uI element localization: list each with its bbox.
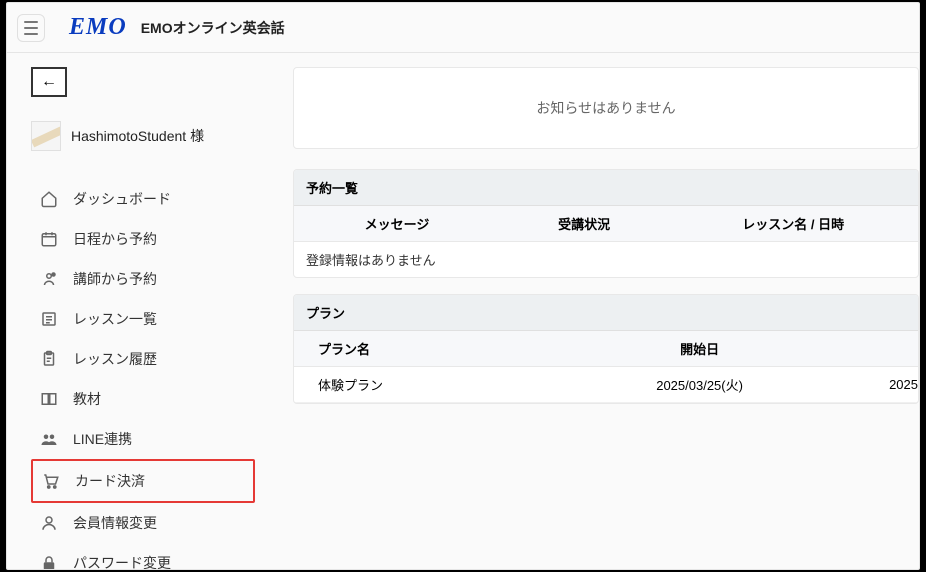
home-icon bbox=[39, 189, 59, 209]
col-lesson: レッスン名 / 日時 bbox=[668, 206, 918, 242]
reservations-panel: 予約一覧 メッセージ 受講状況 レッスン名 / 日時 登録情報はありません bbox=[293, 169, 919, 278]
sidebar-item-label: 日程から予約 bbox=[73, 229, 157, 249]
avatar bbox=[31, 121, 61, 151]
menu-toggle-button[interactable] bbox=[17, 14, 45, 42]
clipboard-icon bbox=[39, 349, 59, 369]
book-icon bbox=[39, 389, 59, 409]
col-plan-name: プラン名 bbox=[294, 331, 581, 367]
sidebar-item-list[interactable]: レッスン一覧 bbox=[31, 299, 255, 339]
reservations-title: 予約一覧 bbox=[294, 170, 918, 206]
teacher-icon bbox=[39, 269, 59, 289]
list-icon bbox=[39, 309, 59, 329]
user-icon bbox=[39, 513, 59, 533]
lock-icon bbox=[39, 553, 59, 569]
app-title: EMOオンライン英会話 bbox=[141, 18, 285, 38]
plan-name-cell: 体験プラン bbox=[294, 367, 581, 403]
notice-card: お知らせはありません bbox=[293, 67, 919, 149]
logo: EMO bbox=[69, 14, 127, 41]
sidebar-item-label: LINE連携 bbox=[73, 429, 132, 449]
col-status: 受講状況 bbox=[500, 206, 668, 242]
sidebar-item-label: 講師から予約 bbox=[73, 269, 157, 289]
cart-icon bbox=[41, 471, 61, 491]
nav-list: ダッシュボード日程から予約講師から予約レッスン一覧レッスン履歴教材 LINE連携カ… bbox=[31, 179, 255, 569]
user-info: HashimotoStudent 様 bbox=[31, 121, 255, 151]
sidebar-item-home[interactable]: ダッシュボード bbox=[31, 179, 255, 219]
plans-table: プラン名 開始日 体験プラン2025/03/25(火)2025 bbox=[294, 331, 918, 403]
plan-extra-cell: 2025 bbox=[818, 367, 918, 403]
table-row: 体験プラン2025/03/25(火)2025 bbox=[294, 367, 918, 403]
sidebar-item-cart[interactable]: カード決済 bbox=[31, 459, 255, 503]
plan-start-cell: 2025/03/25(火) bbox=[581, 367, 818, 403]
main-content: お知らせはありません 予約一覧 メッセージ 受講状況 レッスン名 / 日時 登録… bbox=[275, 53, 919, 569]
sidebar: ← HashimotoStudent 様 ダッシュボード日程から予約講師から予約… bbox=[7, 53, 275, 569]
col-start-date: 開始日 bbox=[581, 331, 818, 367]
sidebar-item-label: レッスン一覧 bbox=[73, 309, 157, 329]
plans-title: プラン bbox=[294, 295, 918, 331]
sidebar-item-teacher[interactable]: 講師から予約 bbox=[31, 259, 255, 299]
sidebar-item-people[interactable]: LINE連携 bbox=[31, 419, 255, 459]
people-icon bbox=[39, 429, 59, 449]
sidebar-item-book[interactable]: 教材 bbox=[31, 379, 255, 419]
reservations-empty: 登録情報はありません bbox=[294, 242, 918, 277]
username-label: HashimotoStudent 様 bbox=[71, 126, 204, 146]
header: EMO EMOオンライン英会話 bbox=[7, 3, 919, 53]
sidebar-item-label: レッスン履歴 bbox=[73, 349, 157, 369]
sidebar-item-user[interactable]: 会員情報変更 bbox=[31, 503, 255, 543]
plans-panel: プラン プラン名 開始日 体験プラン2025/03/25(火)2025 bbox=[293, 294, 919, 404]
sidebar-item-label: カード決済 bbox=[75, 471, 145, 491]
sidebar-item-label: 会員情報変更 bbox=[73, 513, 157, 533]
notice-text: お知らせはありません bbox=[536, 100, 675, 116]
sidebar-item-lock[interactable]: パスワード変更 bbox=[31, 543, 255, 569]
reservations-table: メッセージ 受講状況 レッスン名 / 日時 bbox=[294, 206, 918, 242]
col-message: メッセージ bbox=[294, 206, 500, 242]
sidebar-item-label: パスワード変更 bbox=[73, 553, 171, 569]
sidebar-item-label: 教材 bbox=[73, 389, 101, 409]
col-extra bbox=[818, 331, 918, 367]
sidebar-item-calendar[interactable]: 日程から予約 bbox=[31, 219, 255, 259]
back-button[interactable]: ← bbox=[31, 67, 67, 97]
calendar-icon bbox=[39, 229, 59, 249]
sidebar-item-clipboard[interactable]: レッスン履歴 bbox=[31, 339, 255, 379]
sidebar-item-label: ダッシュボード bbox=[73, 189, 171, 209]
